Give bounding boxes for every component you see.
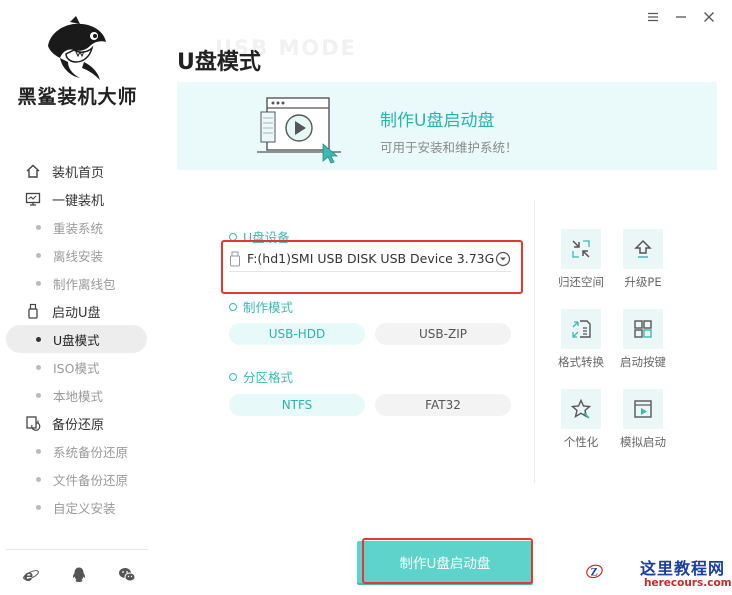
minimize-icon[interactable] (674, 10, 688, 24)
banner-title: 制作U盘启动盘 (380, 111, 495, 131)
sidebar-item-label: ISO模式 (53, 360, 100, 376)
bullet-dot (36, 504, 41, 510)
sidebar-item-reinstall[interactable]: 重装系统 (0, 213, 155, 241)
mode-label: 制作模式 (229, 297, 293, 316)
sidebar-item-usb-mode[interactable]: U盘模式 (6, 325, 147, 353)
sidebar-item-label: 制作离线包 (53, 276, 116, 292)
bullet-dot (36, 336, 41, 342)
bullet-dot (36, 392, 41, 398)
sidebar-item-label: 启动U盘 (52, 305, 101, 321)
backup-icon (24, 414, 42, 432)
mode-option-usb-hdd[interactable]: USB-HDD (229, 323, 365, 345)
watermark-url: herecours.com (644, 577, 732, 589)
svg-text:Z: Z (591, 567, 598, 579)
tool-label: 模拟启动 (620, 435, 666, 449)
home-icon (24, 162, 42, 180)
sidebar-item-label: 备份还原 (52, 417, 105, 433)
sidebar-item-make-offline-pack[interactable]: 制作离线包 (0, 269, 155, 297)
sidebar-item-install[interactable]: 一键装机 (0, 185, 155, 213)
tool-label: 启动按键 (620, 355, 666, 369)
window-controls (646, 10, 716, 24)
mode-label-text: 制作模式 (243, 300, 294, 315)
sidebar-item-file-backup[interactable]: 文件备份还原 (0, 465, 155, 493)
tool-label: 格式转换 (558, 355, 604, 369)
device-highlight-box (221, 240, 523, 294)
partition-label: 分区格式 (229, 367, 293, 386)
sidebar-divider (6, 549, 148, 550)
page-title: U盘模式 (177, 50, 261, 75)
tool-upgrade-pe[interactable]: 升级PE (611, 229, 675, 290)
sidebar-item-home[interactable]: 装机首页 (0, 157, 155, 185)
sidebar-footer-icons: e (22, 566, 136, 584)
ie-browser-icon[interactable]: e (22, 566, 40, 584)
tool-label: 升级PE (624, 275, 662, 289)
sidebar-item-label: 系统备份还原 (53, 444, 129, 460)
sidebar-item-label: 文件备份还原 (53, 472, 129, 488)
partition-option-ntfs[interactable]: NTFS (229, 394, 365, 416)
banner: 制作U盘启动盘 可用于安装和维护系统！ (177, 82, 717, 170)
sidebar-item-system-backup[interactable]: 系统备份还原 (0, 437, 155, 465)
bullet-ring-icon (229, 302, 237, 311)
monitor-icon (24, 190, 42, 208)
banner-subtitle: 可用于安装和维护系统！ (380, 140, 518, 155)
sidebar-item-label: U盘模式 (53, 332, 100, 348)
sidebar-item-backup-restore[interactable]: 备份还原 (0, 409, 155, 437)
watermark-title: 这里教程网 (640, 559, 726, 578)
tool-label: 归还空间 (558, 275, 604, 289)
bullet-dot (36, 476, 41, 482)
close-icon[interactable] (702, 10, 716, 24)
format-convert-icon (561, 309, 601, 349)
bullet-dot (36, 364, 41, 370)
partition-option-fat32[interactable]: FAT32 (375, 394, 511, 416)
bullet-dot (36, 224, 41, 230)
partition-label-text: 分区格式 (243, 370, 294, 385)
usb-tutorial-illustration-icon (257, 97, 341, 164)
watermark-logo-icon: Z (586, 564, 603, 579)
personalize-star-icon (561, 389, 601, 429)
usb-icon (24, 302, 42, 320)
bullet-ring-icon (229, 372, 237, 381)
shrink-arrows-icon (561, 229, 601, 269)
bullet-dot (36, 252, 41, 258)
qq-icon[interactable] (70, 566, 88, 584)
brand-name: 黑鲨装机大师 (17, 86, 138, 108)
sidebar-item-label: 本地模式 (53, 388, 104, 404)
upgrade-arrow-icon (623, 229, 663, 269)
tool-format-convert[interactable]: 格式转换 (549, 309, 613, 370)
vertical-divider (534, 200, 535, 483)
tool-reclaim-space[interactable]: 归还空间 (549, 229, 613, 290)
sidebar-item-label: 自定义安装 (53, 500, 116, 516)
sidebar: 黑鲨装机大师 装机首页 一键装机 重装系统 离线安装 制作离线包 启动U盘 U盘… (0, 0, 155, 595)
keyboard-keys-icon (623, 309, 663, 349)
wechat-icon[interactable] (118, 566, 136, 584)
mode-option-usb-zip[interactable]: USB-ZIP (375, 323, 511, 345)
button-highlight-box (362, 538, 533, 584)
svg-text:e: e (24, 568, 33, 584)
sidebar-nav: 装机首页 一键装机 重装系统 离线安装 制作离线包 启动U盘 U盘模式 ISO模… (0, 157, 155, 521)
tool-simulate-boot[interactable]: 模拟启动 (611, 389, 675, 450)
bullet-dot (36, 448, 41, 454)
shark-logo-icon (48, 16, 106, 80)
tool-personalize[interactable]: 个性化 (549, 389, 613, 450)
tool-boot-keys[interactable]: 启动按键 (611, 309, 675, 370)
sidebar-item-offline-install[interactable]: 离线安装 (0, 241, 155, 269)
simulate-play-icon (623, 389, 663, 429)
sidebar-item-boot-usb[interactable]: 启动U盘 (0, 297, 155, 325)
sidebar-item-label: 装机首页 (52, 165, 105, 181)
sidebar-item-label: 离线安装 (53, 248, 104, 264)
tool-label: 个性化 (563, 435, 599, 449)
menu-icon[interactable] (646, 10, 660, 24)
sidebar-item-label: 一键装机 (52, 193, 105, 209)
sidebar-item-iso-mode[interactable]: ISO模式 (0, 353, 155, 381)
bullet-dot (36, 280, 41, 286)
sidebar-item-custom-install[interactable]: 自定义安装 (0, 493, 155, 521)
sidebar-item-label: 重装系统 (53, 220, 104, 236)
sidebar-item-local-mode[interactable]: 本地模式 (0, 381, 155, 409)
